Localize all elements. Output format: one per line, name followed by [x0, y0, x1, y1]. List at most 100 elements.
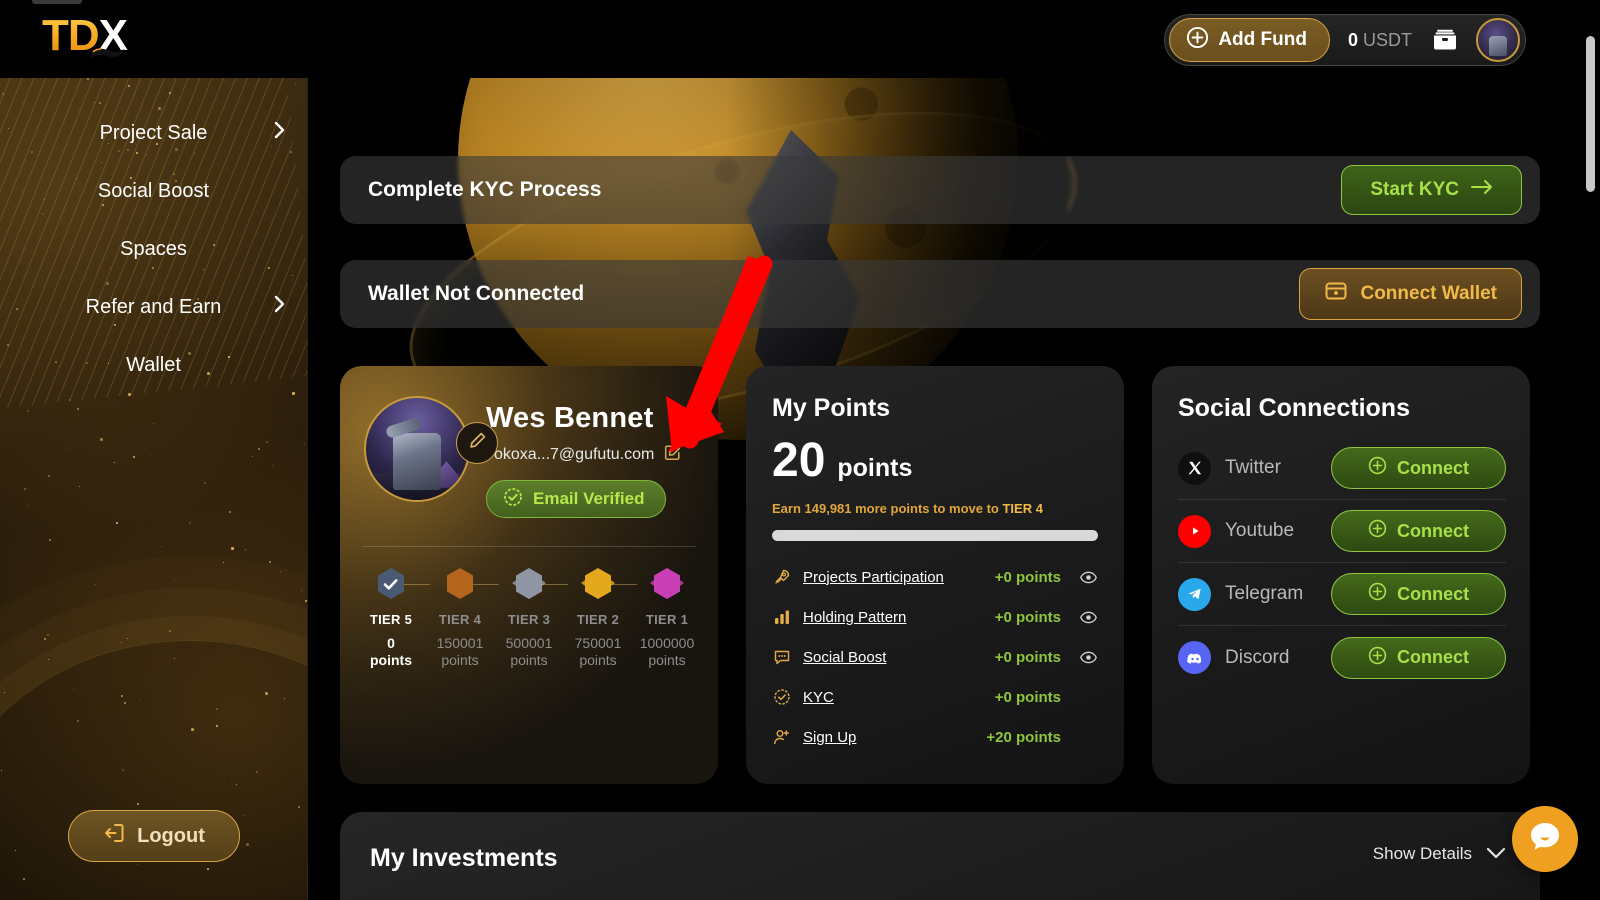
wallet-icon[interactable]: [1428, 23, 1462, 57]
user-plus-icon: [772, 728, 792, 746]
sidebar-item-wallet[interactable]: Wallet: [0, 336, 307, 394]
sidebar-item-spaces[interactable]: Spaces: [0, 220, 307, 278]
tier-name: TIER 4: [438, 612, 482, 627]
social-connect-label: Connect: [1397, 520, 1469, 541]
tier-item-3[interactable]: TIER 3 500001 points: [496, 565, 568, 669]
points-row: Sign Up +20 points: [772, 717, 1098, 757]
points-row-label[interactable]: Sign Up: [803, 729, 856, 746]
social-row-label: Youtube: [1225, 520, 1295, 541]
logout-button[interactable]: Logout: [68, 810, 240, 862]
edit-square-icon[interactable]: [664, 444, 681, 466]
social-rows: Twitter Connect Youtube Connect Telegram: [1178, 437, 1506, 689]
tier-track: TIER 5 0 points TIER 4 150001 points TIER …: [340, 547, 718, 669]
scrollbar-thumb[interactable]: [1586, 36, 1595, 192]
main-content: Complete KYC Process Start KYC Wallet No…: [308, 78, 1600, 900]
points-hint: Earn 149,981 more points to move to TIER…: [772, 501, 1098, 516]
points-unit: points: [837, 454, 913, 482]
points-row-label[interactable]: Social Boost: [803, 649, 886, 666]
sidebar-item-label: Social Boost: [97, 179, 210, 202]
tier-points: 750001 points: [574, 635, 622, 668]
content-column: Complete KYC Process Start KYC Wallet No…: [308, 78, 1600, 900]
start-kyc-button[interactable]: Start KYC: [1341, 165, 1522, 215]
check-badge-icon: [503, 487, 523, 512]
rocket-icon: [772, 568, 792, 586]
wallet-icon: [1324, 280, 1348, 308]
twitter-x-icon: [1178, 451, 1211, 485]
sidebar-item-social-boost[interactable]: Social Boost: [0, 162, 307, 220]
telegram-icon: [1178, 577, 1211, 611]
points-breakdown-list: Projects Participation +0 points Holding…: [772, 557, 1098, 757]
account-pill: Add Fund 0 USDT: [1164, 14, 1526, 66]
app-logo[interactable]: TDX: [42, 10, 128, 62]
points-row: KYC +0 points: [772, 677, 1098, 717]
social-connect-button-telegram[interactable]: Connect: [1331, 573, 1506, 615]
balance-amount: 0: [1347, 29, 1358, 50]
plus-circle-icon: [1368, 582, 1387, 606]
tier-item-4[interactable]: TIER 2 750001 points: [565, 565, 637, 669]
app-root: Project Sale Social Boost Spaces Refer a…: [0, 0, 1600, 900]
kyc-banner: Complete KYC Process Start KYC: [340, 156, 1540, 224]
social-connections-card: Social Connections Twitter Connect Youtu…: [1152, 366, 1530, 784]
avatar-robot: [392, 432, 442, 490]
balance-display: 0 USDT: [1330, 30, 1428, 51]
tier-item-1[interactable]: TIER 5 0 points: [358, 565, 430, 669]
connect-wallet-button[interactable]: Connect Wallet: [1299, 268, 1522, 320]
avatar[interactable]: [364, 396, 470, 502]
points-row-label[interactable]: KYC: [803, 689, 834, 706]
tier-item-2[interactable]: TIER 4 150001 points: [427, 565, 499, 669]
sidebar: Project Sale Social Boost Spaces Refer a…: [0, 78, 308, 900]
plus-circle-icon: [1368, 519, 1387, 543]
profile-email-row: vokoxa...7@gufutu.com: [486, 444, 681, 466]
tier-points: 0 points: [370, 635, 412, 668]
points-row-label[interactable]: Projects Participation: [803, 569, 944, 586]
kyc-banner-title: Complete KYC Process: [368, 178, 602, 201]
show-details-label: Show Details: [1372, 844, 1472, 863]
check-badge-icon: [772, 688, 792, 706]
page-scrollbar[interactable]: [1584, 0, 1597, 900]
add-fund-label: Add Fund: [1218, 29, 1307, 50]
social-connect-label: Connect: [1397, 457, 1469, 478]
sidebar-item-label: Refer and Earn: [85, 295, 222, 318]
eye-icon[interactable]: [1080, 651, 1098, 664]
points-row: Social Boost +0 points: [772, 637, 1098, 677]
points-row-value: +0 points: [994, 688, 1061, 706]
plus-circle-icon: [1186, 26, 1209, 55]
points-row-value: +0 points: [994, 648, 1061, 666]
tier-badge-icon: [510, 565, 568, 603]
social-connect-button-twitter[interactable]: Connect: [1331, 447, 1506, 489]
points-row: Holding Pattern +0 points: [772, 597, 1098, 637]
social-connect-button-youtube[interactable]: Connect: [1331, 510, 1506, 552]
user-avatar[interactable]: [1476, 18, 1520, 62]
tier-points: 500001 points: [505, 635, 553, 668]
social-row: Telegram Connect: [1178, 563, 1506, 626]
social-connect-label: Connect: [1397, 647, 1469, 667]
start-kyc-label: Start KYC: [1370, 179, 1459, 200]
eye-icon[interactable]: [1080, 611, 1098, 624]
show-details-toggle[interactable]: Show Details: [1373, 844, 1506, 864]
sidebar-item-refer-and-earn[interactable]: Refer and Earn: [0, 278, 307, 336]
chat-widget-button[interactable]: [1512, 806, 1578, 872]
profile-info: Wes Bennet vokoxa...7@gufutu.com Email V…: [486, 396, 681, 518]
my-investments-card: My Investments Show Details: [340, 812, 1540, 900]
my-investments-title: My Investments: [370, 844, 558, 872]
pencil-icon: [468, 431, 487, 455]
edit-avatar-button[interactable]: [456, 422, 498, 464]
profile-name: Wes Bennet: [486, 402, 654, 434]
points-value-row: 20 points: [772, 437, 1098, 485]
points-row-label[interactable]: Holding Pattern: [803, 609, 906, 626]
bull-icon: [91, 48, 124, 58]
tier-progress-bar: [772, 530, 1098, 541]
sidebar-item-project-sale[interactable]: Project Sale: [0, 104, 307, 162]
eye-icon[interactable]: [1080, 571, 1098, 584]
points-value: 20: [772, 434, 826, 487]
chevron-right-icon: [274, 121, 285, 145]
tier-item-5[interactable]: TIER 1 1000000 points: [634, 565, 700, 669]
connect-wallet-label: Connect Wallet: [1360, 283, 1497, 304]
social-connect-button-discord[interactable]: Connect: [1331, 636, 1506, 679]
social-row: Discord Connect: [1178, 626, 1506, 689]
email-verified-badge[interactable]: Email Verified: [486, 480, 666, 518]
logout-container: Logout: [0, 810, 307, 862]
add-fund-button[interactable]: Add Fund: [1169, 18, 1330, 62]
profile-card: Wes Bennet vokoxa...7@gufutu.com Email V…: [340, 366, 718, 784]
points-hint-tier: TIER 4: [1002, 501, 1043, 516]
